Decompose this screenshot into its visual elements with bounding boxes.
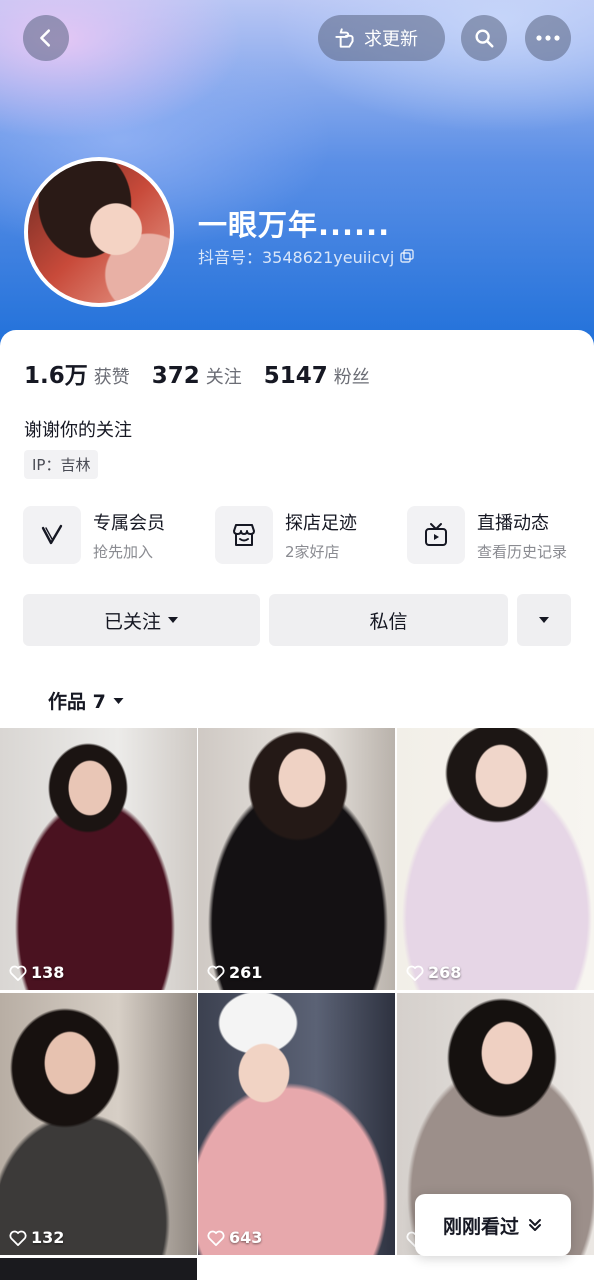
like-count: 643 bbox=[207, 1228, 262, 1247]
heart-icon bbox=[9, 1230, 27, 1246]
like-count: 268 bbox=[406, 963, 461, 982]
video-thumbnail[interactable]: 138 bbox=[0, 728, 197, 990]
stat-label: 粉丝 bbox=[333, 367, 370, 388]
stat-value: 1.6万 bbox=[24, 363, 88, 389]
heart-icon bbox=[9, 965, 27, 981]
video-thumbnail[interactable]: 132 bbox=[0, 993, 197, 1255]
nickname: 一眼万年...... bbox=[198, 208, 391, 242]
stat-label: 关注 bbox=[205, 367, 242, 388]
v-badge-icon bbox=[23, 506, 81, 564]
stat-following[interactable]: 372 关注 bbox=[152, 363, 242, 389]
like-count: 261 bbox=[207, 963, 262, 982]
works-tab-label: 作品 7 bbox=[48, 691, 106, 713]
request-update-button[interactable]: 求更新 bbox=[318, 15, 445, 61]
heart-icon bbox=[207, 1230, 225, 1246]
feature-live-history[interactable]: 直播动态 查看历史记录 bbox=[407, 506, 567, 564]
feature-title: 直播动态 bbox=[477, 512, 549, 534]
recently-viewed-label: 刚刚看过 bbox=[442, 1215, 519, 1238]
stat-value: 5147 bbox=[263, 363, 328, 389]
video-thumbnail[interactable] bbox=[0, 1258, 197, 1280]
stat-value: 372 bbox=[151, 363, 200, 389]
video-thumbnail[interactable]: 643 bbox=[198, 993, 395, 1255]
followed-button[interactable]: 已关注 bbox=[23, 594, 260, 646]
bio: 谢谢你的关注 bbox=[24, 420, 132, 441]
like-count-value: 132 bbox=[31, 1228, 65, 1247]
like-count-value: 643 bbox=[229, 1228, 263, 1247]
feature-store-visits[interactable]: 探店足迹 2家好店 bbox=[215, 506, 357, 564]
followed-label: 已关注 bbox=[103, 610, 161, 633]
more-options-dropdown[interactable] bbox=[517, 594, 571, 646]
pointing-hand-icon bbox=[335, 28, 354, 48]
video-thumbnail[interactable]: 268 bbox=[397, 728, 594, 990]
like-count-value: 261 bbox=[229, 963, 263, 982]
search-icon bbox=[475, 29, 494, 48]
stat-followers[interactable]: 5147 粉丝 bbox=[264, 363, 370, 389]
caret-down-icon bbox=[168, 617, 178, 623]
heart-icon bbox=[207, 965, 225, 981]
avatar[interactable] bbox=[24, 157, 174, 307]
double-chevron-down-icon bbox=[529, 1219, 541, 1231]
feature-subtitle: 2家好店 bbox=[285, 542, 340, 561]
back-button[interactable] bbox=[23, 15, 69, 61]
video-thumbnail[interactable]: 261 bbox=[198, 728, 395, 990]
copy-icon bbox=[400, 249, 415, 263]
message-button[interactable]: 私信 bbox=[269, 594, 508, 646]
recently-viewed-button[interactable]: 刚刚看过 bbox=[415, 1194, 571, 1256]
chevron-left-icon bbox=[40, 29, 51, 47]
feature-subtitle: 抢先加入 bbox=[93, 542, 154, 561]
feature-membership[interactable]: 专属会员 抢先加入 bbox=[23, 506, 165, 564]
tab-works[interactable]: 作品 7 bbox=[48, 687, 125, 714]
tv-icon bbox=[407, 506, 465, 564]
heart-icon bbox=[406, 965, 424, 981]
request-update-label: 求更新 bbox=[364, 29, 418, 50]
like-count-value: 268 bbox=[428, 963, 462, 982]
stats-row: 1.6万 获赞 372 关注 5147 粉丝 bbox=[24, 356, 370, 390]
caret-down-icon bbox=[113, 697, 124, 704]
stat-likes[interactable]: 1.6万 获赞 bbox=[24, 356, 130, 390]
shop-icon bbox=[215, 506, 273, 564]
message-label: 私信 bbox=[369, 610, 408, 633]
feature-subtitle: 查看历史记录 bbox=[477, 542, 568, 561]
stat-label: 获赞 bbox=[93, 367, 130, 388]
douyin-id-text: 抖音号：3548621yeuiicvj bbox=[198, 248, 395, 267]
like-count: 132 bbox=[9, 1228, 64, 1247]
caret-down-icon bbox=[539, 617, 549, 623]
like-count-value: 138 bbox=[31, 963, 65, 982]
more-dots-icon bbox=[536, 35, 560, 41]
more-button[interactable] bbox=[525, 15, 571, 61]
ip-location-tag: IP：吉林 bbox=[24, 450, 99, 479]
douyin-id[interactable]: 抖音号：3548621yeuiicvj bbox=[198, 244, 415, 268]
feature-title: 探店足迹 bbox=[285, 512, 357, 534]
like-count: 138 bbox=[9, 963, 64, 982]
feature-title: 专属会员 bbox=[93, 512, 165, 534]
search-button[interactable] bbox=[461, 15, 507, 61]
